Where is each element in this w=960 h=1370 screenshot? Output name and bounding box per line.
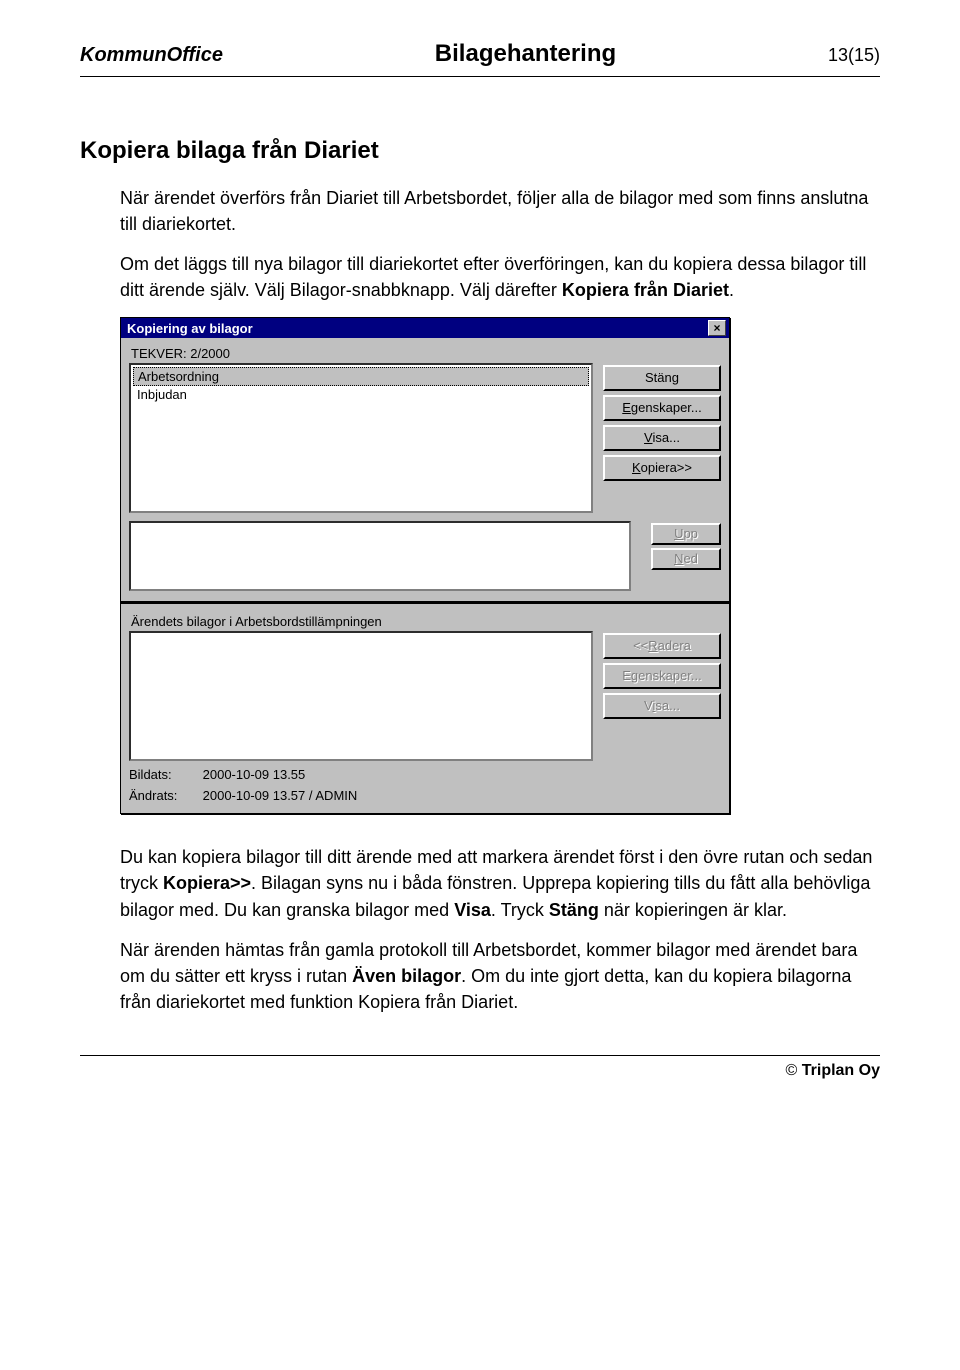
page-header: KommunOffice Bilagehantering 13(15) <box>80 40 880 77</box>
list-item[interactable]: Arbetsordning <box>133 367 589 386</box>
list-item[interactable]: Inbjudan <box>133 386 589 403</box>
changed-label: Ändrats: <box>129 788 199 803</box>
created-label: Bildats: <box>129 767 199 782</box>
down-button[interactable]: Ned <box>651 548 721 570</box>
para2-text-c: . <box>729 280 734 300</box>
dialog-screenshot: Kopiering av bilagor × TEKVER: 2/2000 Ar… <box>120 317 880 814</box>
dialog-title: Kopiering av bilagor <box>127 321 253 336</box>
show-button-2[interactable]: Visa... <box>603 693 721 719</box>
p3-e: . Tryck <box>491 900 549 920</box>
footer-brand: Triplan Oy <box>802 1062 880 1079</box>
paragraph-1: När ärendet överförs från Diariet till A… <box>120 185 880 237</box>
dialog-window: Kopiering av bilagor × TEKVER: 2/2000 Ar… <box>120 317 730 814</box>
p4-b: Även bilagor <box>352 966 461 986</box>
p3-d: Visa <box>454 900 491 920</box>
delete-button[interactable]: <<Radera <box>603 633 721 659</box>
p3-b: Kopiera>> <box>163 873 251 893</box>
header-left: KommunOffice <box>80 44 223 67</box>
source-listbox[interactable]: Arbetsordning Inbjudan <box>129 363 593 513</box>
para2-text-a: Om det läggs till nya bilagor till diari… <box>120 254 866 300</box>
para2-bold: Kopiera från Diariet <box>562 280 729 300</box>
paragraph-2: Om det läggs till nya bilagor till diari… <box>120 251 880 303</box>
show-button[interactable]: Visa... <box>603 425 721 451</box>
p3-g: när kopieringen är klar. <box>599 900 787 920</box>
paragraph-3: Du kan kopiera bilagor till ditt ärende … <box>120 844 880 922</box>
close-button[interactable]: Stäng <box>603 365 721 391</box>
created-value: 2000-10-09 13.55 <box>203 767 306 782</box>
dialog-titlebar: Kopiering av bilagor × <box>121 318 729 338</box>
meta-created: Bildats: 2000-10-09 13.55 <box>129 767 721 782</box>
middle-listbox[interactable] <box>129 521 631 591</box>
header-page-number: 13(15) <box>828 45 880 66</box>
paragraph-4: När ärenden hämtas från gamla protokoll … <box>120 937 880 1015</box>
dialog-header-label: TEKVER: 2/2000 <box>131 346 721 361</box>
section-title: Kopiera bilaga från Diariet <box>80 137 880 165</box>
p3-f: Stäng <box>549 900 599 920</box>
meta-changed: Ändrats: 2000-10-09 13.57 / ADMIN <box>129 788 721 803</box>
target-listbox[interactable] <box>129 631 593 761</box>
properties-button-2[interactable]: Egenskaper... <box>603 663 721 689</box>
header-center: Bilagehantering <box>435 40 616 68</box>
footer-copy: © <box>786 1062 802 1079</box>
changed-value: 2000-10-09 13.57 / ADMIN <box>203 788 358 803</box>
copy-button[interactable]: Kopiera>> <box>603 455 721 481</box>
section2-label: Ärendets bilagor i Arbetsbordstillämpnin… <box>131 614 721 629</box>
up-button[interactable]: Upp <box>651 523 721 545</box>
properties-button[interactable]: Egenskaper... <box>603 395 721 421</box>
close-icon[interactable]: × <box>708 320 726 336</box>
dialog-separator <box>121 601 729 604</box>
page-footer: © Triplan Oy <box>80 1055 880 1080</box>
